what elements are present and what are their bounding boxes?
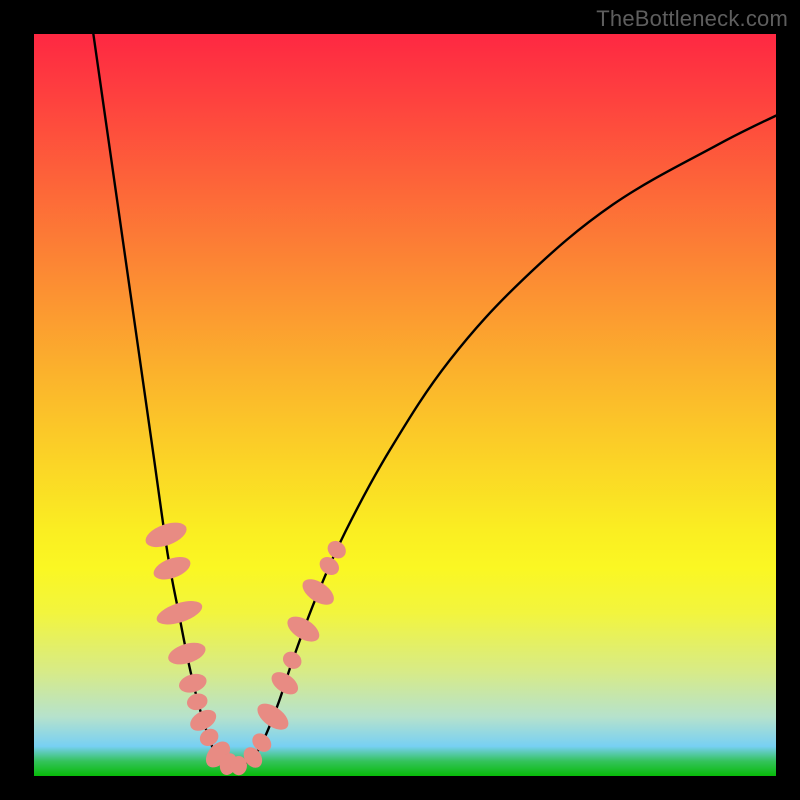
- marker-17: [298, 574, 338, 610]
- marker-5: [185, 691, 209, 712]
- marker-3: [166, 639, 209, 669]
- marker-4: [177, 671, 209, 696]
- marker-14: [268, 668, 303, 699]
- chart-container: TheBottleneck.com: [0, 0, 800, 800]
- marker-15: [280, 648, 305, 672]
- curve-left-curve: [93, 34, 227, 765]
- curve-right-curve: [242, 116, 776, 765]
- plot-svg: [34, 34, 776, 776]
- marker-13: [253, 698, 293, 735]
- watermark-label: TheBottleneck.com: [596, 6, 788, 32]
- marker-16: [283, 611, 323, 646]
- plot-area: [34, 34, 776, 776]
- marker-2: [154, 596, 205, 629]
